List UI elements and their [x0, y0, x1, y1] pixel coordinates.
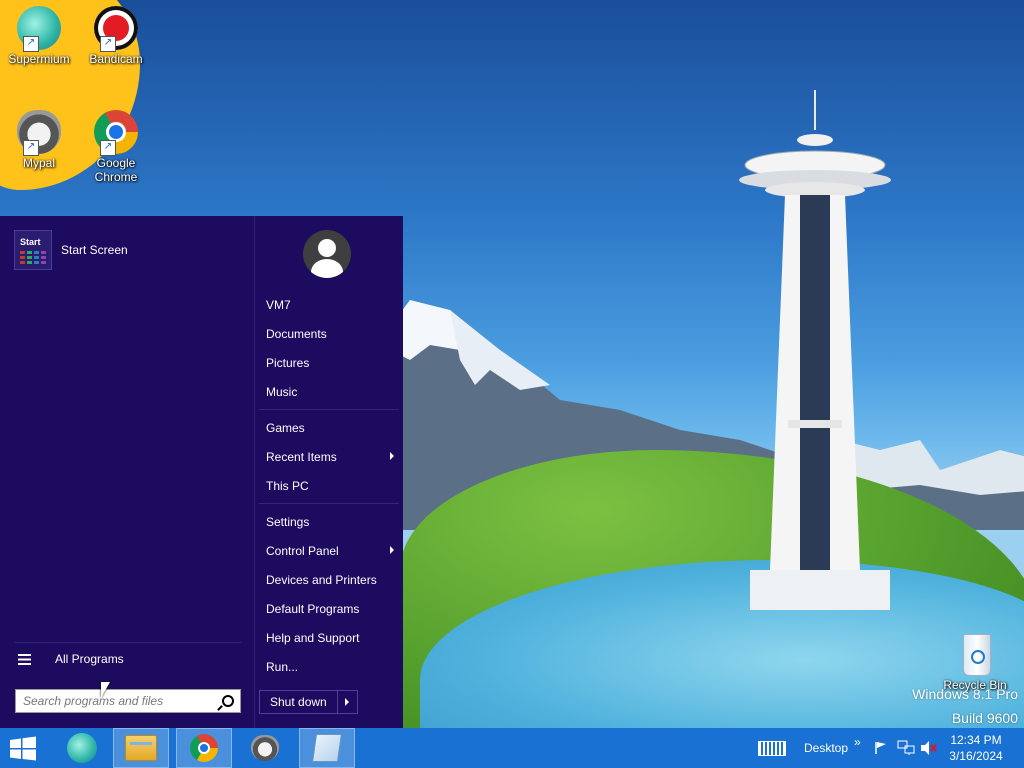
desktop-icon-supermium[interactable]: ↗ Supermium: [1, 6, 77, 66]
windows-logo-icon: [10, 736, 36, 761]
desktop-toolbar[interactable]: Desktop: [804, 728, 848, 768]
start-screen-icon: Start: [14, 230, 52, 270]
windows-watermark-build: Build 9600: [951, 710, 1018, 726]
shutdown-group: Shut down: [259, 690, 358, 714]
touch-keyboard-button[interactable]: [758, 728, 786, 768]
mypal-icon: ↗: [17, 110, 61, 156]
link-recent-items[interactable]: Recent Items: [266, 450, 396, 464]
chevron-double-right-icon: »: [854, 735, 861, 749]
volume-muted-icon[interactable]: [920, 728, 938, 768]
taskbar-notepad[interactable]: [299, 728, 355, 768]
desktop-icon-google-chrome[interactable]: ↗ Google Chrome: [78, 110, 154, 184]
search-box: [15, 689, 241, 713]
clock[interactable]: 12:34 PM 3/16/2024: [946, 732, 1006, 764]
link-control-panel[interactable]: Control Panel: [266, 544, 396, 558]
recycle-bin-icon: [953, 632, 997, 676]
link-user-folder[interactable]: VM7: [266, 298, 396, 312]
link-this-pc[interactable]: This PC: [266, 479, 396, 493]
link-pictures[interactable]: Pictures: [266, 356, 396, 370]
mypal-icon: [251, 735, 279, 761]
desktop-icon-label: Google Chrome: [94, 156, 138, 184]
taskbar-chrome[interactable]: [176, 728, 232, 768]
taskbar-supermium[interactable]: [54, 728, 110, 768]
taskbar-file-explorer[interactable]: [113, 728, 169, 768]
taskbar-mypal[interactable]: [237, 728, 293, 768]
link-documents[interactable]: Documents: [266, 327, 396, 341]
link-default-programs[interactable]: Default Programs: [266, 602, 396, 616]
start-menu: Start Start Screen All Programs VM7 Docu…: [0, 216, 403, 728]
desktop-icon-label: Bandicam: [89, 52, 143, 66]
wallpaper-space-needle: [739, 90, 891, 610]
chevron-right-icon: [390, 452, 394, 460]
shutdown-button[interactable]: Shut down: [260, 691, 337, 713]
mouse-cursor-icon: [101, 682, 110, 698]
file-explorer-icon: [125, 735, 157, 761]
chevron-right-icon: [390, 546, 394, 554]
chrome-icon: [190, 734, 218, 762]
start-menu-left-pane: Start Start Screen All Programs: [0, 216, 254, 728]
user-avatar[interactable]: [303, 230, 351, 278]
link-settings[interactable]: Settings: [266, 515, 396, 529]
taskbar: Desktop » 12:34 PM 3/16/2024: [0, 728, 1024, 768]
clock-time: 12:34 PM: [950, 733, 1002, 747]
desktop-icon-bandicam[interactable]: ↗ Bandicam: [78, 6, 154, 66]
link-music[interactable]: Music: [266, 385, 396, 399]
divider: [259, 503, 399, 504]
shutdown-options-arrow[interactable]: [336, 691, 357, 713]
desktop-icon-recycle-bin[interactable]: Recycle Bin: [937, 632, 1013, 692]
bandicam-icon: ↗: [94, 6, 138, 52]
divider: [259, 409, 399, 410]
supermium-icon: ↗: [17, 6, 61, 52]
desktop-toolbar-label: Desktop: [804, 741, 849, 755]
list-icon: [18, 653, 31, 665]
link-help-and-support[interactable]: Help and Support: [266, 631, 396, 645]
windows-watermark-edition: Windows 8.1 Pro: [912, 686, 1018, 702]
divider: [14, 642, 242, 643]
search-input[interactable]: [16, 690, 219, 712]
desktop-icon-label: Supermium: [8, 52, 70, 66]
start-menu-right-pane: VM7 Documents Pictures Music Games Recen…: [254, 216, 404, 728]
search-icon[interactable]: [222, 695, 234, 707]
link-run[interactable]: Run...: [266, 660, 396, 674]
link-games[interactable]: Games: [266, 421, 396, 435]
network-icon[interactable]: [897, 728, 915, 768]
supermium-icon: [67, 733, 97, 763]
pinned-item-start-screen[interactable]: Start Start Screen: [14, 230, 128, 270]
all-programs-label: All Programs: [55, 652, 124, 666]
start-button[interactable]: [8, 736, 38, 761]
chrome-icon: ↗: [94, 110, 138, 156]
all-programs-button[interactable]: All Programs: [18, 652, 124, 666]
toolbar-overflow-button[interactable]: »: [854, 722, 861, 762]
desktop-icon-mypal[interactable]: ↗ Mypal: [1, 110, 77, 170]
notepad-icon: [312, 734, 342, 762]
action-center-icon[interactable]: [874, 728, 888, 768]
clock-date: 3/16/2024: [949, 749, 1003, 763]
keyboard-icon: [758, 740, 786, 756]
pinned-item-label: Start Screen: [61, 243, 128, 257]
link-devices-and-printers[interactable]: Devices and Printers: [266, 573, 396, 587]
desktop-icon-label: Mypal: [22, 156, 55, 170]
